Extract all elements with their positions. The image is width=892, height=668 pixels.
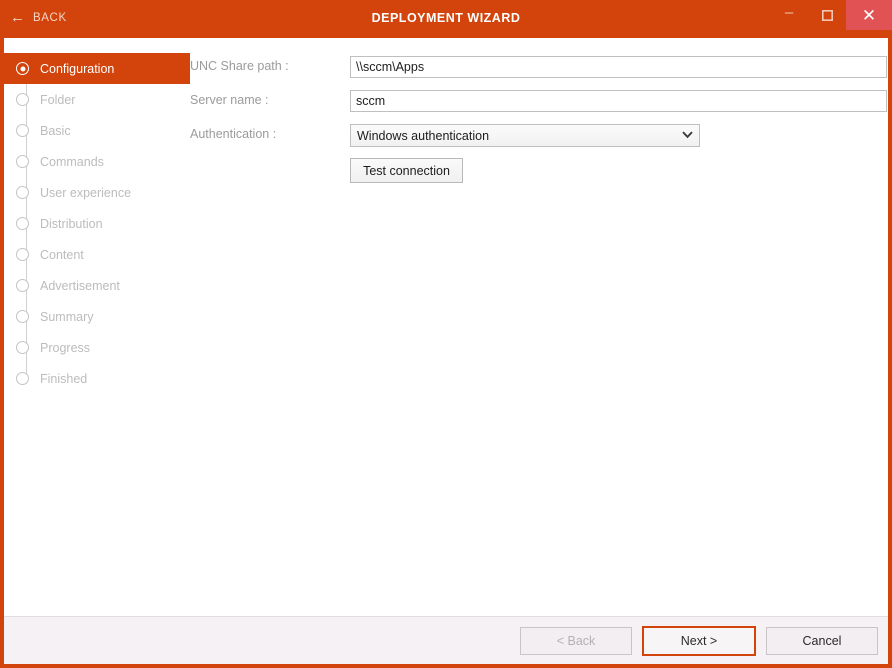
sidebar-item-finished[interactable]: Finished <box>4 363 190 394</box>
authentication-selected-value: Windows authentication <box>357 129 489 143</box>
sidebar-item-summary[interactable]: Summary <box>4 301 190 332</box>
configuration-form: UNC Share path : Server name : Authentic… <box>190 38 888 616</box>
sidebar-item-label: User experience <box>40 186 131 200</box>
sidebar-item-label: Distribution <box>40 217 103 231</box>
step-dot-icon <box>16 310 29 323</box>
sidebar-item-basic[interactable]: Basic <box>4 115 190 146</box>
window-controls: – ✕ <box>770 0 892 30</box>
sidebar-item-label: Progress <box>40 341 90 355</box>
unc-share-path-input[interactable] <box>350 56 887 78</box>
unc-share-path-row: UNC Share path : <box>190 56 888 78</box>
step-dot-icon <box>16 372 29 385</box>
sidebar-item-advertisement[interactable]: Advertisement <box>4 270 190 301</box>
form-spacer <box>190 158 350 183</box>
sidebar-item-label: Commands <box>40 155 104 169</box>
step-dot-icon <box>16 248 29 261</box>
authentication-select[interactable]: Windows authentication <box>350 124 700 147</box>
step-dot-icon <box>16 93 29 106</box>
test-connection-row: Test connection <box>190 158 888 183</box>
step-dot-icon <box>16 341 29 354</box>
unc-share-path-label: UNC Share path : <box>190 56 350 73</box>
step-dot-icon <box>16 186 29 199</box>
minimize-icon: – <box>785 5 793 20</box>
sidebar-item-progress[interactable]: Progress <box>4 332 190 363</box>
sidebar-item-content[interactable]: Content <box>4 239 190 270</box>
back-button[interactable]: < Back <box>520 627 632 655</box>
close-button[interactable]: ✕ <box>846 0 892 30</box>
bottom-accent-strip <box>0 664 892 668</box>
server-name-label: Server name : <box>190 90 350 107</box>
wizard-footer: < Back Next > Cancel <box>4 616 888 664</box>
wizard-stepper: Configuration Folder Basic Commands User… <box>4 38 190 616</box>
authentication-label: Authentication : <box>190 124 350 141</box>
sidebar-item-folder[interactable]: Folder <box>4 84 190 115</box>
sidebar-item-label: Basic <box>40 124 71 138</box>
step-dot-icon <box>16 217 29 230</box>
minimize-button[interactable]: – <box>770 0 808 30</box>
authentication-row: Authentication : Windows authentication <box>190 124 888 146</box>
server-name-input[interactable] <box>350 90 887 112</box>
authentication-select-wrap: Windows authentication <box>350 124 700 147</box>
server-name-row: Server name : <box>190 90 888 112</box>
step-dot-icon <box>16 62 29 75</box>
maximize-button[interactable] <box>808 0 846 30</box>
sidebar-item-label: Folder <box>40 93 75 107</box>
next-button[interactable]: Next > <box>642 626 756 656</box>
sidebar-item-commands[interactable]: Commands <box>4 146 190 177</box>
sidebar-item-user-experience[interactable]: User experience <box>4 177 190 208</box>
sidebar-item-label: Summary <box>40 310 93 324</box>
sidebar-item-label: Content <box>40 248 84 262</box>
step-dot-icon <box>16 124 29 137</box>
sidebar-item-label: Finished <box>40 372 87 386</box>
close-icon: ✕ <box>862 7 876 24</box>
sidebar-item-label: Configuration <box>40 62 114 76</box>
sidebar-item-label: Advertisement <box>40 279 120 293</box>
window-title: DEPLOYMENT WIZARD <box>0 11 892 25</box>
step-dot-icon <box>16 279 29 292</box>
step-dot-icon <box>16 155 29 168</box>
test-connection-button[interactable]: Test connection <box>350 158 463 183</box>
window-frame: Configuration Folder Basic Commands User… <box>4 38 888 664</box>
maximize-icon <box>822 10 833 21</box>
title-bar: ← BACK DEPLOYMENT WIZARD – ✕ <box>0 0 892 38</box>
cancel-button[interactable]: Cancel <box>766 627 878 655</box>
sidebar-item-distribution[interactable]: Distribution <box>4 208 190 239</box>
wizard-window: ← BACK DEPLOYMENT WIZARD – ✕ <box>0 0 892 668</box>
sidebar-item-configuration[interactable]: Configuration <box>4 53 190 84</box>
content-area: Configuration Folder Basic Commands User… <box>4 38 888 616</box>
